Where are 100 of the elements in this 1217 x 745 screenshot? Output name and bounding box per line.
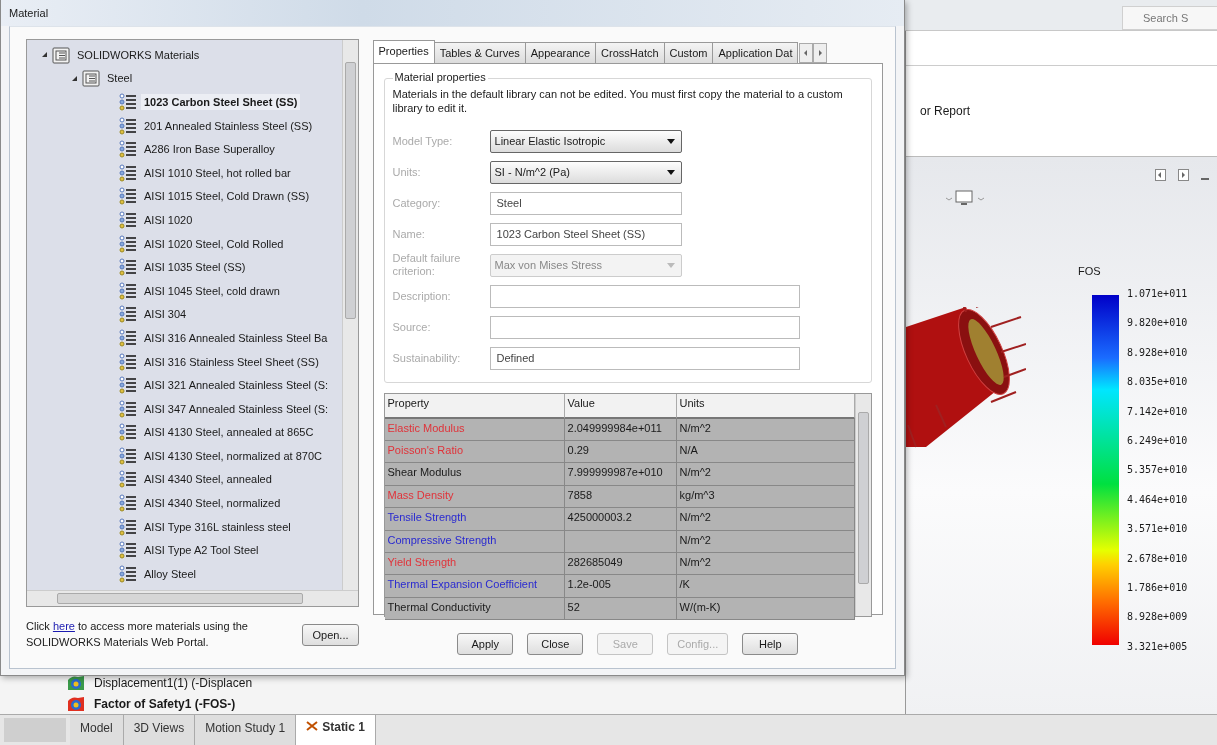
tab[interactable]: CrossHatch — [595, 42, 665, 63]
study-tree-item[interactable]: Factor of Safety1 (-FOS-) — [94, 697, 236, 711]
material-list-icon — [119, 116, 137, 135]
legend-value: 8.035e+010 — [1127, 376, 1188, 388]
study-tab[interactable]: 3D Views — [123, 715, 196, 745]
tree-item[interactable]: A286 Iron Base Superalloy — [141, 141, 278, 158]
study-tree-item[interactable]: Displacement1(1) (-Displacen — [94, 676, 253, 690]
tree-item[interactable]: AISI Type A2 Tool Steel — [141, 542, 262, 559]
notice-text: Materials in the default library can not be edited. You must first copy the material to a custom library to edit it. — [392, 87, 844, 116]
tree-item[interactable]: AISI 4130 Steel, normalized at 870C — [141, 447, 325, 464]
legend-value: 3.321e+005 — [1127, 640, 1188, 652]
folder-list-icon — [52, 45, 70, 64]
display-icon[interactable] — [946, 189, 986, 207]
material-list-icon — [119, 305, 137, 324]
tree-item[interactable]: AISI 4340 Steel, annealed — [141, 471, 275, 488]
column-header[interactable]: Property — [384, 393, 565, 419]
material-list-icon — [119, 352, 137, 371]
tree-item[interactable]: AISI 1045 Steel, cold drawn — [141, 282, 283, 299]
tree-item[interactable]: AISI 347 Annealed Stainless Steel (S: — [141, 400, 332, 417]
dialog-button[interactable]: Help — [742, 633, 799, 655]
field-label: Category: — [392, 196, 442, 210]
table-cell: kg/m^3 — [676, 485, 855, 509]
legend-value: 8.928e+010 — [1127, 346, 1188, 358]
dropdown[interactable]: Linear Elastic Isotropic — [489, 129, 682, 153]
material-list-icon — [119, 564, 137, 583]
table-cell: Mass Density — [384, 485, 565, 509]
tab[interactable]: Custom — [663, 42, 714, 63]
tab[interactable]: Tables & Curves — [433, 42, 526, 63]
scrollbar[interactable] — [855, 393, 871, 616]
tab-right-icon[interactable] — [813, 43, 828, 63]
portal-link[interactable]: here — [52, 620, 75, 632]
search-field[interactable]: Search S — [1122, 6, 1217, 30]
text-field[interactable] — [489, 284, 800, 308]
table-cell: 425000003.2 — [564, 508, 677, 531]
table-cell: N/m^2 — [676, 530, 855, 553]
dialog-button[interactable]: Close — [527, 633, 584, 655]
table-cell: Elastic Modulus — [384, 418, 565, 441]
tree-item[interactable]: 1023 Carbon Steel Sheet (SS) — [141, 94, 301, 110]
legend-value: 4.464e+010 — [1127, 493, 1188, 505]
tree-item[interactable]: AISI Type 316L stainless steel — [141, 518, 294, 535]
study-tab[interactable]: Static 1 — [296, 715, 376, 745]
material-list-icon — [119, 234, 137, 253]
tab[interactable]: Application Dat — [712, 42, 799, 63]
pane-left-icon[interactable] — [1155, 169, 1166, 181]
text-field[interactable]: Defined — [489, 346, 800, 370]
scrollbar[interactable] — [27, 590, 358, 606]
caret-icon — [666, 262, 675, 268]
tree-item[interactable]: Alloy Steel — [141, 565, 199, 582]
tree-item[interactable]: AISI 1010 Steel, hot rolled bar — [141, 164, 294, 181]
table-cell: N/m^2 — [676, 508, 855, 531]
text-field[interactable]: 1023 Carbon Steel Sheet (SS) — [489, 222, 682, 246]
tree-item[interactable]: AISI 1035 Steel (SS) — [141, 259, 249, 276]
tree-item[interactable]: AISI 1020 — [141, 211, 196, 228]
table-cell: Thermal Expansion Coefficient — [384, 575, 565, 598]
study-tab[interactable]: Model — [70, 715, 124, 745]
column-header[interactable]: Value — [564, 393, 677, 419]
field-label: Source: — [392, 320, 432, 334]
portal-note: Click here to access more materials using the SOLIDWORKS Materials Web Portal. — [26, 619, 249, 650]
table-cell: Thermal Conductivity — [384, 597, 565, 621]
open-button[interactable]: Open... — [302, 623, 359, 646]
tree-item[interactable]: AISI 4340 Steel, normalized — [141, 495, 284, 512]
tree-item[interactable]: AISI 1015 Steel, Cold Drawn (SS) — [141, 188, 313, 205]
tree-item[interactable]: 201 Annealed Stainless Steel (SS) — [141, 117, 316, 134]
expand-arrow-icon[interactable] — [71, 74, 78, 82]
expand-arrow-icon[interactable] — [41, 51, 48, 59]
scrollbar[interactable] — [341, 40, 358, 590]
tree-item[interactable]: AISI 321 Annealed Stainless Steel (S: — [141, 377, 332, 394]
material-list-icon — [119, 140, 137, 159]
tab-left-icon[interactable] — [799, 43, 814, 63]
table-cell: W/(m-K) — [676, 597, 855, 621]
material-list-icon — [119, 376, 137, 395]
ribbon-label[interactable]: or Report — [920, 104, 971, 118]
table-cell: /K — [676, 575, 855, 598]
tree-item[interactable]: AISI 316 Annealed Stainless Steel Ba — [141, 329, 331, 346]
tab[interactable]: Properties — [372, 40, 435, 63]
dialog-button[interactable]: Apply — [457, 633, 514, 655]
legend-value: 1.071e+011 — [1127, 288, 1188, 299]
legend-value: 6.249e+010 — [1127, 435, 1188, 447]
dropdown[interactable]: SI - N/m^2 (Pa) — [489, 160, 682, 184]
tree-item[interactable]: SOLIDWORKS Materials — [74, 46, 203, 63]
material-list-icon — [119, 163, 137, 182]
field-label: Name: — [392, 227, 426, 241]
tree-item[interactable]: AISI 1020 Steel, Cold Rolled — [141, 235, 287, 252]
material-list-icon — [119, 399, 137, 418]
text-field[interactable]: Steel — [489, 191, 682, 215]
text-field[interactable] — [489, 315, 800, 339]
caret-icon — [666, 138, 675, 144]
material-list-icon — [119, 541, 137, 560]
tree-item[interactable]: AISI 304 — [141, 306, 190, 323]
caret-icon — [666, 169, 675, 175]
material-list-icon — [119, 446, 137, 465]
tree-item[interactable]: AISI 316 Stainless Steel Sheet (SS) — [141, 353, 322, 370]
legend-value: 8.928e+009 — [1127, 611, 1188, 623]
pane-right-icon[interactable] — [1178, 169, 1189, 181]
tree-item[interactable]: Steel — [104, 70, 136, 87]
column-header[interactable]: Units — [676, 393, 855, 419]
table-cell: 7.999999987e+010 — [564, 463, 677, 486]
tab[interactable]: Appearance — [524, 42, 597, 63]
study-tab[interactable]: Motion Study 1 — [195, 715, 297, 745]
tree-item[interactable]: AISI 4130 Steel, annealed at 865C — [141, 424, 317, 441]
